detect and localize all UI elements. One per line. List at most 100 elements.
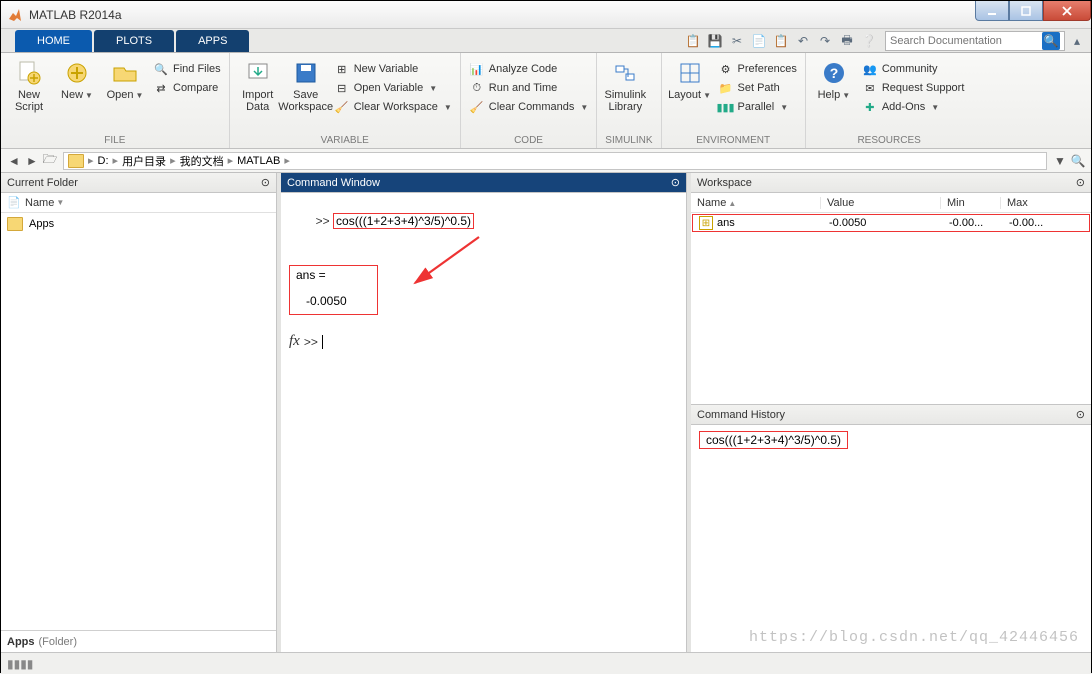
new-script-icon xyxy=(15,59,43,87)
cf-footer-label: Apps xyxy=(7,636,35,648)
request-icon: ✉ xyxy=(862,80,878,96)
run-time-button[interactable]: ⏱Run and Time xyxy=(469,80,589,96)
minimize-ribbon-icon[interactable]: ▴ xyxy=(1067,31,1087,51)
qa-help-icon[interactable]: ❔ xyxy=(859,31,879,51)
close-button[interactable] xyxy=(1043,1,1091,21)
qa-undo-icon[interactable]: ↶ xyxy=(793,31,813,51)
command-history-body: cos(((1+2+3+4)^3/5)^0.5) xyxy=(691,425,1091,652)
qa-redo-icon[interactable]: ↷ xyxy=(815,31,835,51)
history-item[interactable]: cos(((1+2+3+4)^3/5)^0.5) xyxy=(699,431,848,449)
group-environment: Layout▼ ⚙Preferences 📁Set Path ▮▮▮Parall… xyxy=(662,53,806,148)
preferences-button[interactable]: ⚙Preferences xyxy=(718,61,797,77)
fx-icon[interactable]: fx xyxy=(289,333,300,350)
request-support-button[interactable]: ✉Request Support xyxy=(862,80,965,96)
simulink-icon xyxy=(611,59,639,87)
group-variable: Import Data Save Workspace ⊞New Variable… xyxy=(230,53,461,148)
save-workspace-button[interactable]: Save Workspace xyxy=(286,57,326,113)
current-folder-header[interactable]: Current Folder ⊙ xyxy=(1,173,276,193)
group-resources-label: RESOURCES xyxy=(814,135,965,148)
import-label: Import Data xyxy=(242,89,273,113)
clear-workspace-button[interactable]: 🧹Clear Workspace▼ xyxy=(334,99,452,115)
command-history-header[interactable]: Command History ⊙ xyxy=(691,405,1091,425)
cw-menu-icon[interactable]: ⊙ xyxy=(671,176,680,189)
tab-home[interactable]: HOME xyxy=(15,30,92,52)
sort-indicator-icon: ▼ xyxy=(56,198,64,207)
simulink-library-button[interactable]: Simulink Library xyxy=(605,57,645,113)
help-label: Help▼ xyxy=(818,89,851,102)
ws-menu-icon[interactable]: ⊙ xyxy=(1076,176,1085,189)
community-button[interactable]: 👥Community xyxy=(862,61,965,77)
addons-button[interactable]: ✚Add-Ons▼ xyxy=(862,99,965,115)
workspace-row-ans[interactable]: ans -0.0050 -0.00... -0.00... xyxy=(692,214,1090,232)
analyze-code-button[interactable]: 📊Analyze Code xyxy=(469,61,589,77)
forward-button[interactable]: ► xyxy=(23,152,41,170)
cf-item-label: Apps xyxy=(29,218,54,230)
cw-ans-label: ans = xyxy=(296,268,347,282)
set-path-button[interactable]: 📁Set Path xyxy=(718,80,797,96)
qa-paste-icon[interactable]: 📋 xyxy=(771,31,791,51)
parallel-button[interactable]: ▮▮▮Parallel▼ xyxy=(718,99,797,115)
new-script-button[interactable]: New Script xyxy=(9,57,49,113)
cf-item-apps[interactable]: Apps xyxy=(1,215,276,233)
command-window-header[interactable]: Command Window ⊙ xyxy=(281,173,686,193)
minimize-button[interactable] xyxy=(975,1,1009,21)
tab-plots[interactable]: PLOTS xyxy=(94,30,174,52)
up-button[interactable]: 🗁 xyxy=(41,152,59,170)
open-button[interactable]: Open▼ xyxy=(105,57,145,102)
ch-menu-icon[interactable]: ⊙ xyxy=(1076,408,1085,421)
crumb-matlab[interactable]: MATLAB xyxy=(237,155,280,167)
browse-button[interactable]: ▼ xyxy=(1051,152,1069,170)
qa-copy-icon[interactable]: 📄 xyxy=(749,31,769,51)
set-path-icon: 📁 xyxy=(718,80,734,96)
workspace-columns[interactable]: Name▲ Value Min Max xyxy=(691,193,1091,213)
community-label: Community xyxy=(882,63,938,75)
new-variable-button[interactable]: ⊞New Variable xyxy=(334,61,452,77)
crumb-d[interactable]: D: xyxy=(98,155,109,167)
search-documentation[interactable]: 🔍 xyxy=(885,31,1065,51)
ws-col-value[interactable]: Value xyxy=(821,197,941,209)
import-data-button[interactable]: Import Data xyxy=(238,57,278,113)
variable-icon xyxy=(699,216,713,230)
group-simulink-label: SIMULINK xyxy=(605,135,652,148)
crumb-mydoc[interactable]: 我的文档 xyxy=(180,153,224,169)
maximize-button[interactable] xyxy=(1009,1,1043,21)
new-button[interactable]: New▼ xyxy=(57,57,97,102)
help-button[interactable]: ? Help▼ xyxy=(814,57,854,102)
group-variable-label: VARIABLE xyxy=(238,135,452,148)
tab-row: HOME PLOTS APPS 📋 💾 ✂ 📄 📋 ↶ ↷ 🖶 ❔ 🔍 ▴ xyxy=(1,29,1091,53)
tab-apps[interactable]: APPS xyxy=(176,30,249,52)
cw-ans-value: -0.0050 xyxy=(296,294,347,308)
layout-button[interactable]: Layout▼ xyxy=(670,57,710,102)
ws-col-max[interactable]: Max xyxy=(1001,197,1091,209)
ws-col-name[interactable]: Name▲ xyxy=(691,197,821,209)
back-button[interactable]: ◄ xyxy=(5,152,23,170)
search-folder-button[interactable]: 🔍 xyxy=(1069,152,1087,170)
cw-input-row[interactable]: fx >> xyxy=(289,333,678,350)
open-var-icon: ⊟ xyxy=(334,80,350,96)
qa-cut-icon[interactable]: 📋 xyxy=(683,31,703,51)
search-input[interactable] xyxy=(890,35,1042,47)
workspace-header[interactable]: Workspace ⊙ xyxy=(691,173,1091,193)
open-variable-button[interactable]: ⊟Open Variable▼ xyxy=(334,80,452,96)
address-field[interactable]: ▸ D: ▸ 用户目录 ▸ 我的文档 ▸ MATLAB ▸ xyxy=(63,152,1047,170)
layout-icon xyxy=(676,59,704,87)
group-environment-label: ENVIRONMENT xyxy=(670,135,797,148)
cf-footer-type: (Folder) xyxy=(39,636,78,648)
cf-columns[interactable]: 📄 Name ▼ xyxy=(1,193,276,213)
import-icon xyxy=(244,59,272,87)
qa-cut2-icon[interactable]: ✂ xyxy=(727,31,747,51)
cw-answer-box: ans = -0.0050 xyxy=(289,265,378,315)
search-go-button[interactable]: 🔍 xyxy=(1042,32,1060,50)
status-bar: ▮▮▮▮ xyxy=(1,652,1091,674)
qa-save-icon[interactable]: 💾 xyxy=(705,31,725,51)
find-files-button[interactable]: 🔍Find Files xyxy=(153,61,221,77)
cf-details: Apps (Folder) xyxy=(1,630,276,652)
cf-col-icon: 📄 xyxy=(7,196,25,209)
ws-col-min[interactable]: Min xyxy=(941,197,1001,209)
command-window-body[interactable]: >> cos(((1+2+3+4)^3/5)^0.5) ans = -0.005… xyxy=(281,193,686,652)
cf-menu-icon[interactable]: ⊙ xyxy=(261,176,270,189)
compare-button[interactable]: ⇄Compare xyxy=(153,80,221,96)
crumb-userdir[interactable]: 用户目录 xyxy=(122,153,166,169)
qa-print-icon[interactable]: 🖶 xyxy=(837,31,857,51)
clear-commands-button[interactable]: 🧹Clear Commands▼ xyxy=(469,99,589,115)
